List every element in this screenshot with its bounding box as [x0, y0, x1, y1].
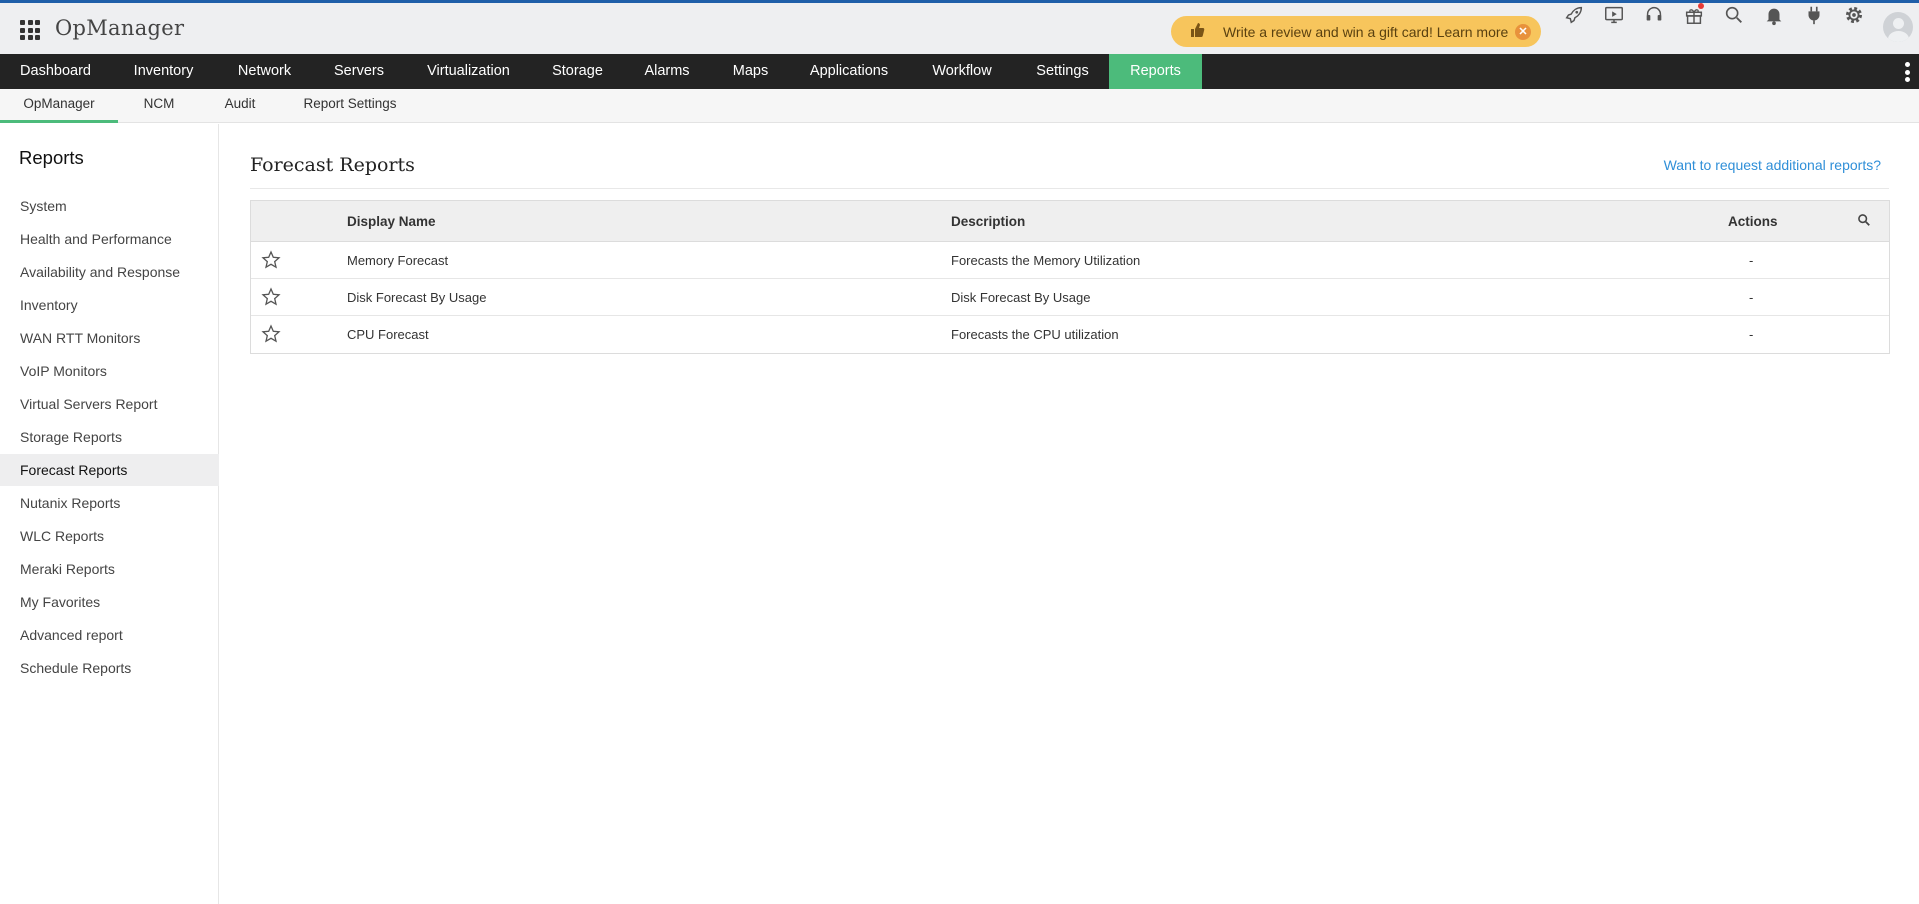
sidebar-item-system[interactable]: System	[0, 190, 219, 222]
nav-dashboard[interactable]: Dashboard	[0, 54, 111, 89]
gift-icon[interactable]	[1674, 0, 1714, 30]
subtab-audit[interactable]: Audit	[200, 89, 280, 123]
notification-dot	[1698, 3, 1704, 9]
table-row[interactable]: CPU Forecast Forecasts the CPU utilizati…	[251, 316, 1889, 353]
report-name[interactable]: Disk Forecast By Usage	[347, 279, 486, 316]
table-row[interactable]: Disk Forecast By Usage Disk Forecast By …	[251, 279, 1889, 316]
nav-settings[interactable]: Settings	[1016, 54, 1109, 89]
favorite-star-icon[interactable]	[261, 287, 281, 307]
nav-servers[interactable]: Servers	[313, 54, 405, 89]
sidebar-item-health-and-performance[interactable]: Health and Performance	[0, 223, 219, 255]
report-name[interactable]: Memory Forecast	[347, 242, 448, 279]
nav-applications[interactable]: Applications	[790, 54, 908, 89]
search-icon[interactable]	[1714, 0, 1754, 30]
nav-network[interactable]: Network	[216, 54, 313, 89]
report-description: Forecasts the Memory Utilization	[951, 253, 1141, 268]
sidebar-item-wlc-reports[interactable]: WLC Reports	[0, 520, 219, 552]
sidebar-item-meraki-reports[interactable]: Meraki Reports	[0, 553, 219, 585]
avatar[interactable]	[1883, 12, 1913, 42]
report-actions: -	[1749, 327, 1754, 342]
sidebar-title: Reports	[19, 147, 84, 168]
app-grid-icon[interactable]	[20, 20, 40, 40]
column-header-actions: Actions	[1728, 214, 1778, 229]
nav-inventory[interactable]: Inventory	[111, 54, 216, 89]
subtab-report-settings[interactable]: Report Settings	[280, 89, 420, 123]
nav-storage[interactable]: Storage	[532, 54, 623, 89]
header-icons	[1554, 0, 1874, 30]
favorite-star-icon[interactable]	[261, 250, 281, 270]
sidebar-item-advanced-report[interactable]: Advanced report	[0, 619, 219, 651]
sidebar-item-nutanix-reports[interactable]: Nutanix Reports	[0, 487, 219, 519]
nav-virtualization[interactable]: Virtualization	[405, 54, 532, 89]
reports-table: Display Name Description Actions Memory …	[250, 200, 1890, 354]
nav-workflow[interactable]: Workflow	[908, 54, 1016, 89]
app-logo[interactable]: OpManager	[55, 16, 184, 40]
title-divider	[250, 188, 1889, 189]
table-header: Display Name Description Actions	[251, 201, 1889, 242]
subtab-ncm[interactable]: NCM	[118, 89, 200, 123]
nav-maps[interactable]: Maps	[711, 54, 790, 89]
nav-alarms[interactable]: Alarms	[623, 54, 711, 89]
promo-text: Write a review and win a gift card! Lear…	[1223, 23, 1509, 40]
plug-icon[interactable]	[1794, 0, 1834, 30]
sidebar-item-availability-and-response[interactable]: Availability and Response	[0, 256, 219, 288]
sidebar-item-voip-monitors[interactable]: VoIP Monitors	[0, 355, 219, 387]
sidebar-item-inventory[interactable]: Inventory	[0, 289, 219, 321]
request-reports-link[interactable]: Want to request additional reports?	[1664, 157, 1881, 173]
report-actions: -	[1749, 253, 1754, 268]
main-nav: Dashboard Inventory Network Servers Virt…	[0, 54, 1919, 89]
report-name[interactable]: CPU Forecast	[347, 316, 429, 353]
table-row[interactable]: Memory Forecast Forecasts the Memory Uti…	[251, 242, 1889, 279]
more-menu-icon[interactable]	[1905, 62, 1911, 82]
promo-close-icon[interactable]: ✕	[1515, 24, 1531, 40]
promo-banner[interactable]: Write a review and win a gift card! Lear…	[1171, 16, 1541, 47]
column-header-display-name[interactable]: Display Name	[347, 201, 436, 242]
column-header-description[interactable]: Description	[951, 201, 1025, 242]
headset-icon[interactable]	[1634, 0, 1674, 30]
nav-reports[interactable]: Reports	[1109, 54, 1202, 89]
page-title: Forecast Reports	[250, 154, 415, 176]
sidebar-item-schedule-reports[interactable]: Schedule Reports	[0, 652, 219, 684]
favorite-star-icon[interactable]	[261, 324, 281, 344]
subtab-opmanager[interactable]: OpManager	[0, 89, 118, 123]
table-search-icon[interactable]	[1857, 213, 1873, 229]
sidebar-item-storage-reports[interactable]: Storage Reports	[0, 421, 219, 453]
sidebar-item-forecast-reports[interactable]: Forecast Reports	[0, 454, 219, 486]
top-header: OpManager Write a review and win a gift …	[0, 0, 1919, 54]
report-actions: -	[1749, 290, 1754, 305]
sub-nav: OpManager NCM Audit Report Settings	[0, 89, 1919, 123]
report-description: Forecasts the CPU utilization	[951, 327, 1119, 342]
sidebar-item-virtual-servers-report[interactable]: Virtual Servers Report	[0, 388, 219, 420]
rocket-icon[interactable]	[1554, 0, 1594, 30]
bell-icon[interactable]	[1754, 0, 1794, 30]
gear-icon[interactable]	[1834, 0, 1874, 30]
sidebar-item-my-favorites[interactable]: My Favorites	[0, 586, 219, 618]
screen-icon[interactable]	[1594, 0, 1634, 30]
thumbs-up-icon	[1189, 22, 1211, 42]
report-description: Disk Forecast By Usage	[951, 290, 1091, 305]
sidebar-item-wan-rtt-monitors[interactable]: WAN RTT Monitors	[0, 322, 219, 354]
reports-sidebar: Reports System Health and Performance Av…	[0, 124, 219, 904]
